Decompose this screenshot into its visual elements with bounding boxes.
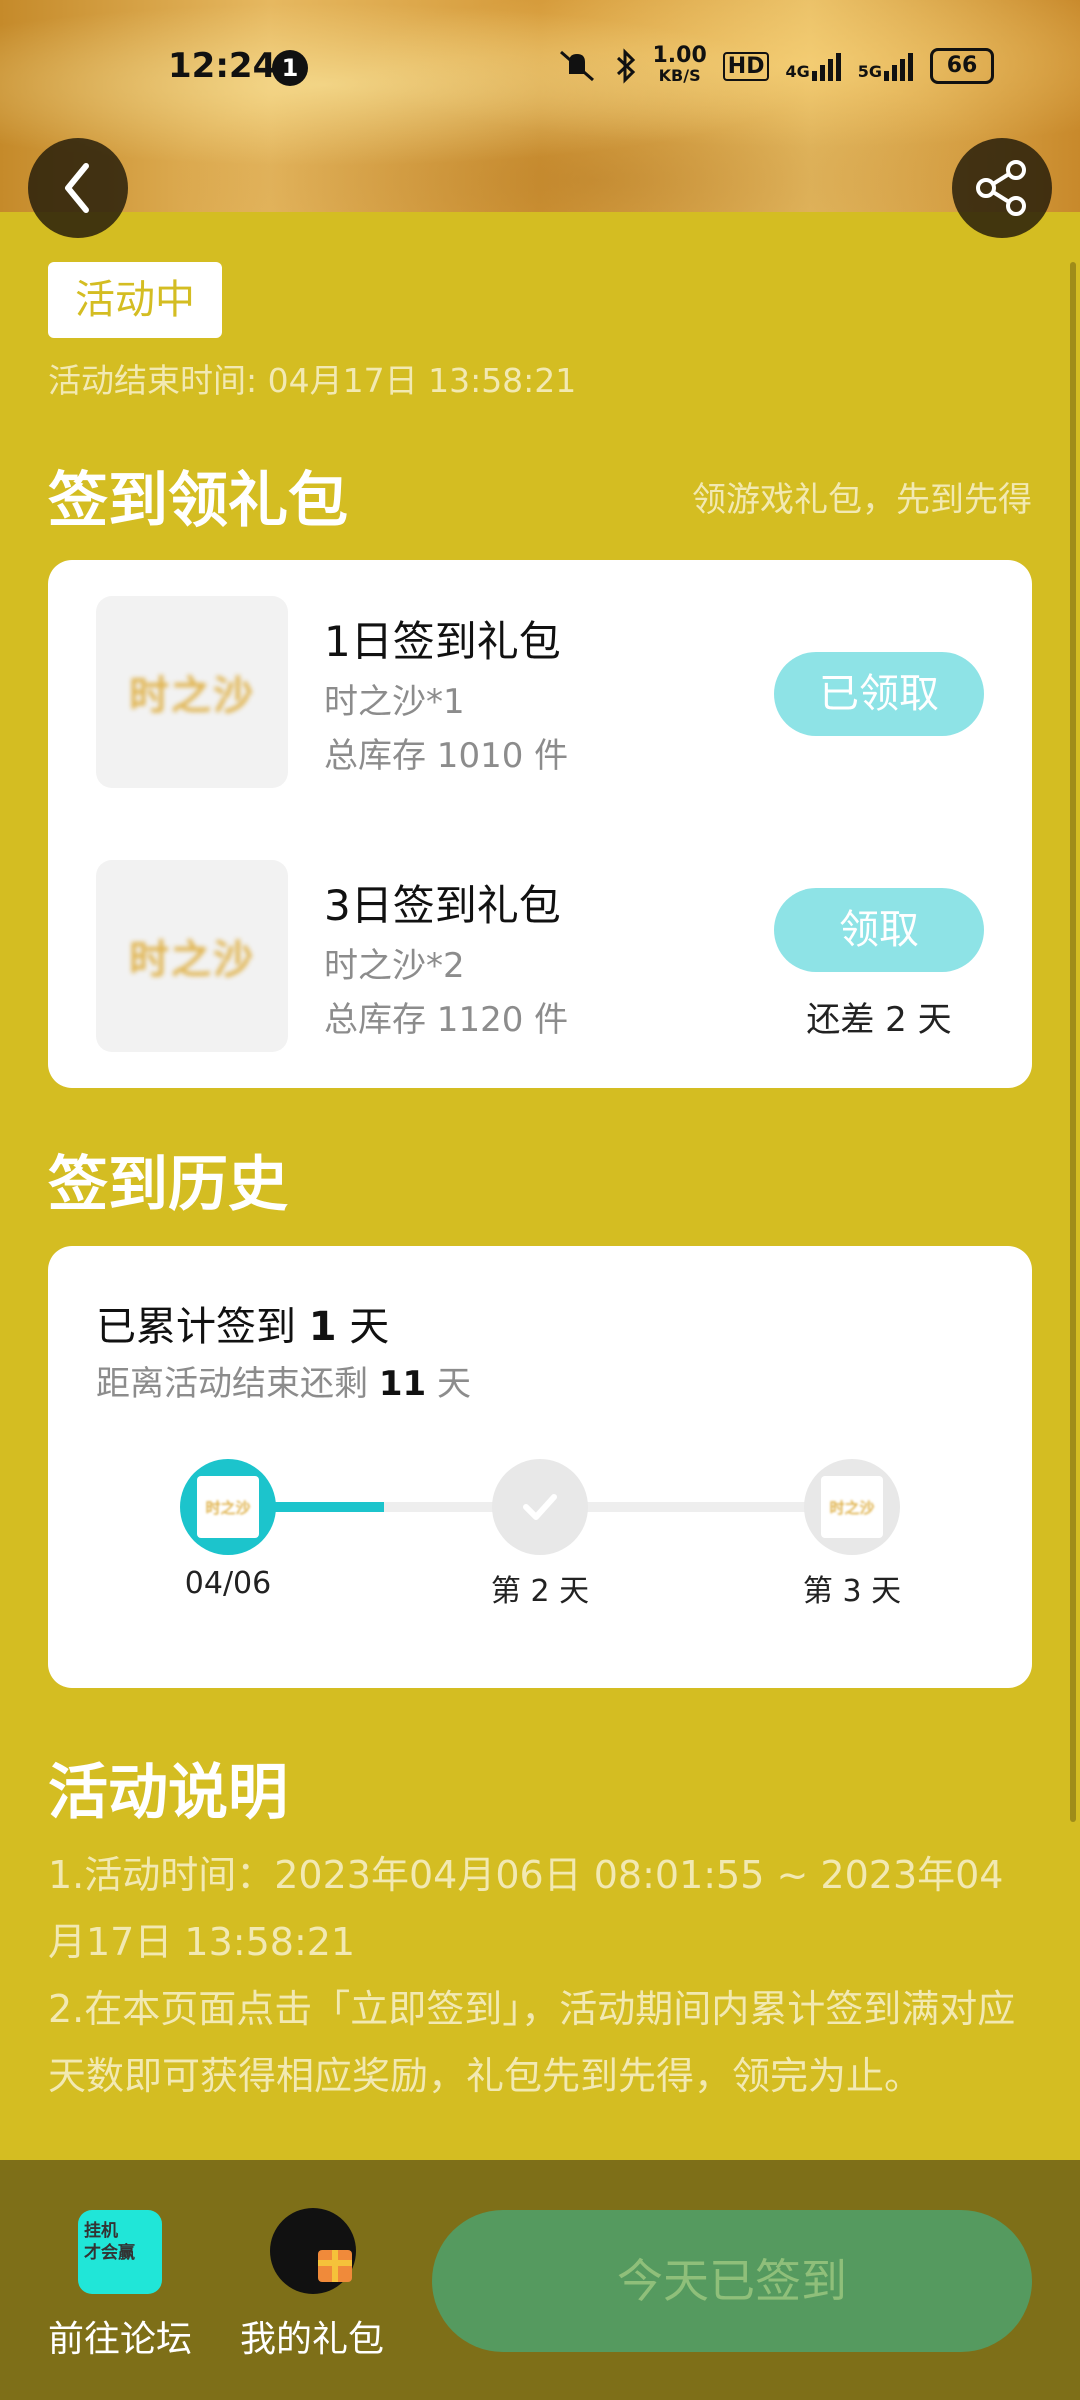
node-thumbnail: 时之沙 xyxy=(197,1476,259,1538)
bluetooth-icon xyxy=(616,48,635,84)
battery-icon: 66 xyxy=(930,48,994,84)
gift-list-card: 时之沙 1日签到礼包 时之沙*1 总库存 1010 件 已领取 时之沙 3日签到… xyxy=(48,560,1032,1088)
back-button[interactable] xyxy=(28,138,128,238)
gift-content: 时之沙*2 xyxy=(324,946,465,986)
description-line-1: 1.活动时间：2023年04月06日 08:01:55 ~ 2023年04月17… xyxy=(48,1853,1004,1964)
history-card: 已累计签到 1 天 距离活动结束还剩 11 天 时之沙 时之沙 04/06 第 … xyxy=(48,1246,1032,1688)
gift-section-title: 签到领礼包 xyxy=(48,466,348,536)
days-remaining-text: 还差 2 天 xyxy=(806,1000,952,1040)
share-icon xyxy=(976,160,1026,216)
chevron-left-icon xyxy=(65,163,89,213)
gift-thumbnail: 时之沙 xyxy=(96,596,288,788)
gift-name: 1日签到礼包 xyxy=(324,617,561,666)
hd-icon: HD xyxy=(722,51,770,81)
gift-stock: 总库存 1120 件 xyxy=(324,1000,569,1040)
status-icons: 1.00 KB/S HD 4G 5G 66 xyxy=(555,43,994,88)
scrollbar[interactable] xyxy=(1070,262,1076,1822)
node-label-day3: 第 3 天 xyxy=(802,1574,902,1609)
share-button[interactable] xyxy=(952,138,1052,238)
gift-thumbnail: 时之沙 xyxy=(96,860,288,1052)
description-section-title: 活动说明 xyxy=(48,1758,288,1828)
days-left-text: 距离活动结束还剩 11 天 xyxy=(96,1364,471,1404)
signal-5g-icon: 5G xyxy=(858,51,914,81)
total-checkin-days: 1 xyxy=(308,1304,337,1350)
forum-label: 前往论坛 xyxy=(48,2319,193,2360)
signed-today-button[interactable]: 今天已签到 xyxy=(432,2210,1032,2352)
checkin-node-day1: 时之沙 xyxy=(180,1459,276,1555)
gift-section-subtitle: 领游戏礼包，先到先得 xyxy=(692,480,1032,520)
description-line-2: 2.在本页面点击「立即签到」，活动期间内累计签到满对应天数即可获得相应奖励，礼包… xyxy=(48,1987,1016,2098)
claim-button[interactable]: 领取 xyxy=(774,888,984,972)
node-thumbnail: 时之沙 xyxy=(821,1476,883,1538)
net-speed: 1.00 KB/S xyxy=(652,43,707,86)
check-icon xyxy=(523,1494,557,1520)
mute-vibrate-icon xyxy=(559,50,594,82)
activity-status-badge: 活动中 xyxy=(48,262,222,338)
gift-name: 3日签到礼包 xyxy=(324,881,561,930)
activity-end-time: 活动结束时间: 04月17日 13:58:21 xyxy=(48,361,577,400)
signal-4g-icon: 4G xyxy=(785,51,841,81)
node-label-day2: 第 2 天 xyxy=(490,1574,590,1609)
node-label-day1: 04/06 xyxy=(184,1566,272,1601)
gift-box-icon xyxy=(318,2250,352,2282)
notification-count-badge: 1 xyxy=(272,50,308,86)
gift-stock: 总库存 1010 件 xyxy=(324,736,569,776)
bottom-action-bar: 挂机 才会赢 前往论坛 我的礼包 今天已签到 xyxy=(0,2160,1080,2400)
status-bar: 12:24 1 1.00 KB/S HD 4G 5G 66 xyxy=(0,0,1080,130)
history-section-title: 签到历史 xyxy=(48,1150,288,1220)
status-time: 12:24 xyxy=(168,46,277,86)
checkin-node-day2 xyxy=(492,1459,588,1555)
checkin-node-day3: 时之沙 xyxy=(804,1459,900,1555)
description-body: 1.活动时间：2023年04月06日 08:01:55 ~ 2023年04月17… xyxy=(48,1842,1032,2110)
my-gifts-label: 我的礼包 xyxy=(240,2319,385,2360)
days-left-count: 11 xyxy=(378,1364,427,1404)
claimed-button[interactable]: 已领取 xyxy=(774,652,984,736)
forum-icon: 挂机 才会赢 xyxy=(78,2210,162,2294)
my-gifts-icon xyxy=(270,2208,356,2294)
total-checkin-text: 已累计签到 1 天 xyxy=(96,1304,390,1350)
gift-content: 时之沙*1 xyxy=(324,682,465,722)
